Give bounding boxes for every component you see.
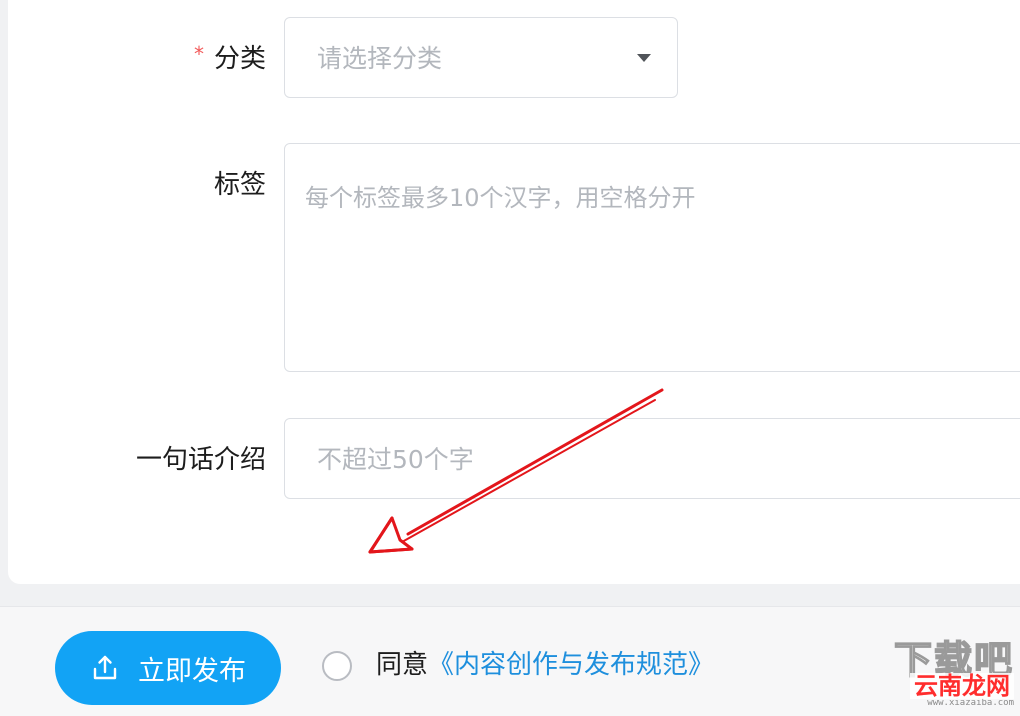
category-placeholder: 请选择分类	[317, 44, 443, 73]
tags-placeholder: 每个标签最多10个汉字，用空格分开	[305, 184, 696, 212]
chevron-down-icon[interactable]	[637, 54, 651, 62]
tags-textarea[interactable]: 每个标签最多10个汉字，用空格分开	[284, 143, 1020, 372]
required-mark: *	[193, 42, 204, 66]
agree-radio[interactable]	[322, 651, 352, 681]
publish-button[interactable]: 立即发布	[55, 631, 281, 705]
watermark-bottom: 云南龙网	[910, 672, 1014, 699]
form-card: * 分类 请选择分类 标签 每个标签最多10个汉字，用空格分开 一句话介绍 不超过…	[8, 0, 1020, 584]
publish-button-label: 立即发布	[138, 655, 246, 687]
intro-input[interactable]: 不超过50个字	[284, 418, 1020, 499]
category-label-text: 分类	[213, 44, 266, 74]
category-label: * 分类	[194, 44, 266, 74]
tags-label: 标签	[213, 170, 266, 200]
watermark-logo: 下载吧 云南龙网 www.xiazaiba.com	[893, 640, 1014, 708]
watermark-url: www.xiazaiba.com	[927, 698, 1014, 708]
agree-prefix: 同意	[376, 650, 429, 680]
category-select[interactable]: 请选择分类	[284, 17, 678, 98]
footer-bar: 立即发布 同意《内容创作与发布规范》 下载吧 云南龙网 www.xiazaiba…	[0, 606, 1020, 716]
upload-icon	[93, 655, 117, 680]
agree-text: 同意《内容创作与发布规范》	[376, 652, 714, 678]
intro-placeholder: 不超过50个字	[317, 445, 474, 474]
content-policy-link[interactable]: 《内容创作与发布规范》	[428, 650, 714, 680]
intro-label: 一句话介绍	[135, 445, 266, 475]
